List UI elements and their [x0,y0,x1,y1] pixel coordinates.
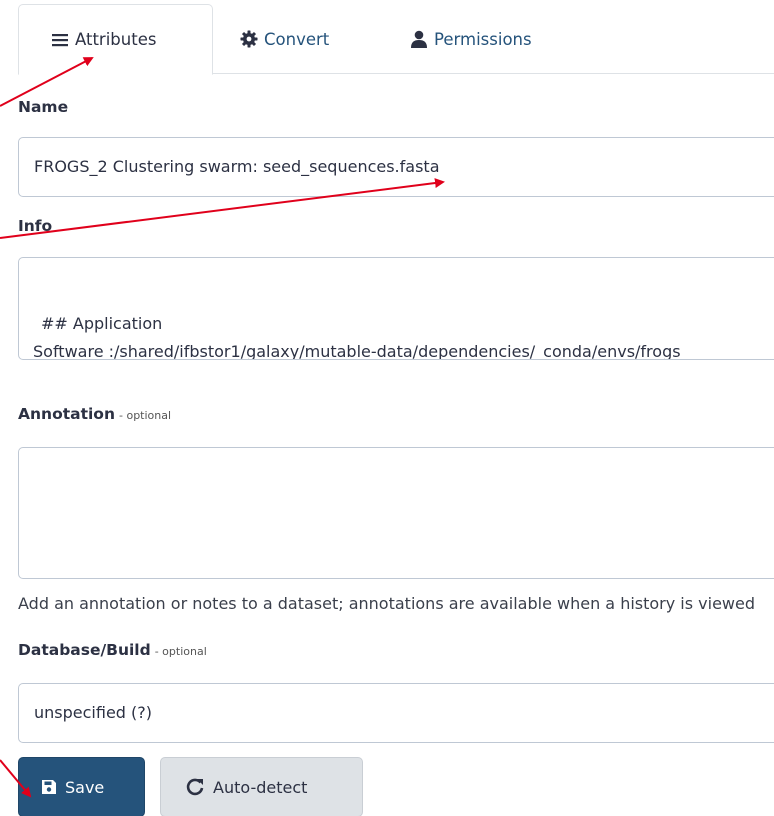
dbkey-label: Database/Build - optional [18,641,207,659]
annotation-label-text: Annotation [18,405,115,423]
dbkey-select-value: unspecified (?) [34,703,152,722]
tab-permissions-label: Permissions [434,29,532,49]
bars-icon [51,32,69,48]
info-label: Info [18,217,53,235]
info-line: Software :/shared/ifbstor1/galaxy/mutabl… [33,342,681,360]
save-button-label: Save [65,777,105,797]
name-input-value: FROGS_2 Clustering swarm: seed_sequences… [34,157,440,176]
floppy-icon [41,779,57,795]
annotation-help-text: Add an annotation or notes to a dataset;… [18,594,756,613]
redo-icon [185,777,205,797]
dbkey-label-text: Database/Build [18,641,151,659]
tab-permissions[interactable]: Permissions [410,4,532,74]
optional-hint: - optional [154,645,207,658]
dbkey-select[interactable]: unspecified (?) [18,683,774,743]
save-button[interactable]: Save [18,757,145,816]
optional-hint: - optional [119,409,172,422]
tab-attributes-label: Attributes [75,30,157,49]
user-icon [410,30,428,48]
annotation-textarea[interactable] [18,447,774,579]
tab-convert-label: Convert [264,29,330,49]
name-input[interactable]: FROGS_2 Clustering swarm: seed_sequences… [18,137,774,197]
gear-icon [240,30,258,48]
auto-detect-button-label: Auto-detect [213,777,308,797]
tab-attributes[interactable]: Attributes [18,4,213,75]
info-line: ## Application [41,314,163,333]
name-label: Name [18,98,69,116]
annotation-label: Annotation - optional [18,405,171,423]
info-textarea[interactable]: ## Application Software :/shared/ifbstor… [18,257,774,360]
tab-bar: Attributes Convert Permissions [18,0,774,75]
tab-convert[interactable]: Convert [240,4,329,74]
auto-detect-button[interactable]: Auto-detect [160,757,363,816]
